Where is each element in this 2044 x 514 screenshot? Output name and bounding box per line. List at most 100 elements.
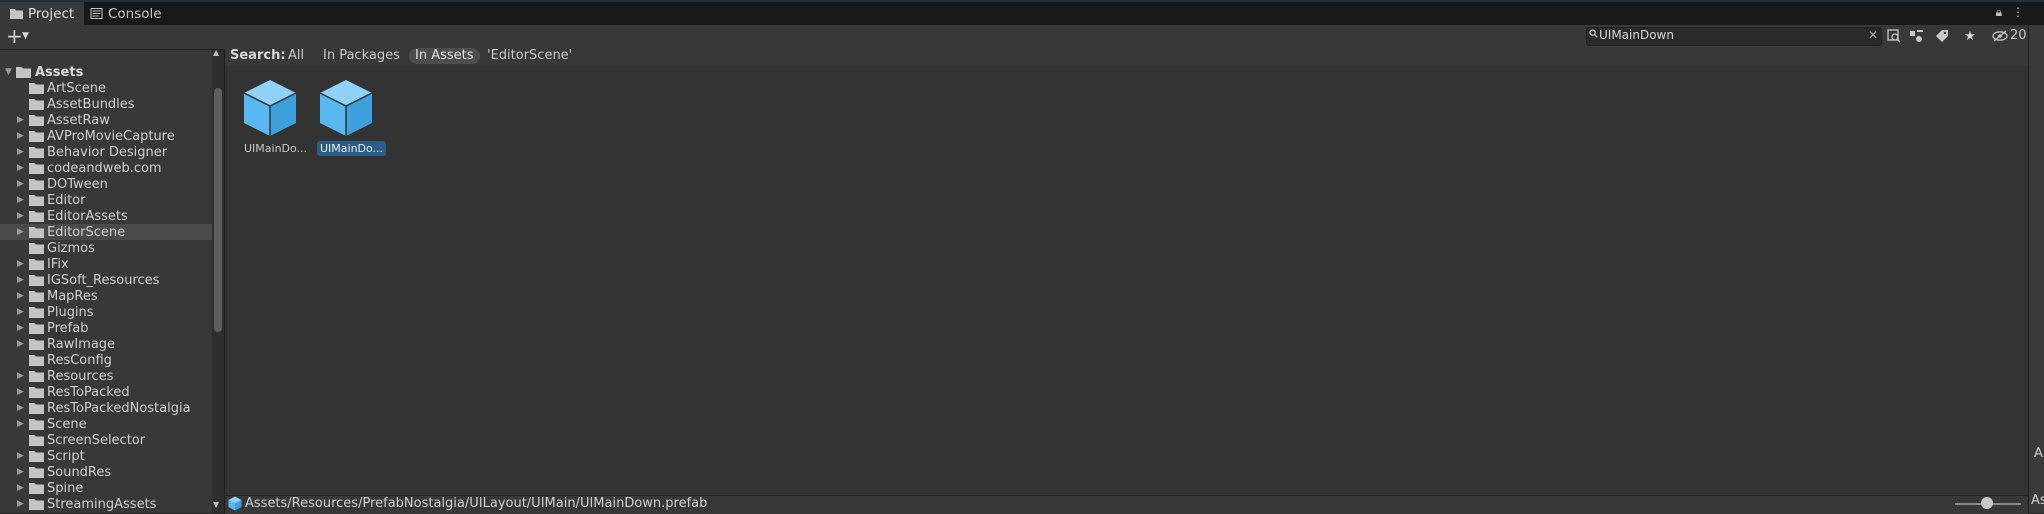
clear-search-icon[interactable]: ✕ xyxy=(1868,27,1878,44)
tree-item[interactable]: ▶ IFix xyxy=(0,256,212,272)
tree-item[interactable]: ▶ MapRes xyxy=(0,288,212,304)
tab-project[interactable]: Project xyxy=(0,2,85,25)
tree-item[interactable]: ▶ Resources xyxy=(0,368,212,384)
folder-icon xyxy=(29,82,44,94)
tree-item[interactable]: ▶ EditorAssets xyxy=(0,208,212,224)
kebab-menu-icon[interactable]: ⋮ xyxy=(2012,5,2024,20)
collapsed-triangle-icon[interactable]: ▶ xyxy=(17,419,24,429)
collapsed-triangle-icon[interactable]: ▶ xyxy=(17,115,24,125)
asset-grid-panel xyxy=(225,50,2028,495)
tree-item[interactable]: ▶ Spine xyxy=(0,480,212,496)
scope-in-assets[interactable]: In Assets xyxy=(409,48,480,64)
collapsed-triangle-icon[interactable]: ▶ xyxy=(17,387,24,397)
tree-item[interactable]: ▶ AssetRaw xyxy=(0,112,212,128)
tree-item[interactable]: ▶ Script xyxy=(0,448,212,464)
collapsed-triangle-icon[interactable]: ▶ xyxy=(17,307,24,317)
lock-icon[interactable]: 🔒︎ xyxy=(1996,5,2002,20)
prefab-small-icon xyxy=(228,496,242,511)
collapsed-triangle-icon[interactable]: ▶ xyxy=(17,227,24,237)
tab-console[interactable]: Console xyxy=(80,2,172,25)
collapsed-triangle-icon[interactable]: ▶ xyxy=(17,195,24,205)
collapsed-triangle-icon[interactable]: ▶ xyxy=(17,275,24,285)
collapsed-triangle-icon[interactable]: ▶ xyxy=(17,467,24,477)
asset-label-1[interactable]: UIMainDo... xyxy=(241,141,310,156)
collapsed-triangle-icon[interactable]: ▶ xyxy=(17,323,24,333)
tree-item-label: Prefab xyxy=(47,320,89,336)
folder-icon xyxy=(29,130,44,142)
asset-label-2[interactable]: UIMainDo... xyxy=(317,141,387,156)
collapsed-triangle-icon[interactable]: ▶ xyxy=(17,147,24,157)
scope-in-packages[interactable]: In Packages xyxy=(317,46,406,66)
hidden-packages-toggle[interactable]: 20 xyxy=(1992,26,2027,46)
tree-item-label: Script xyxy=(47,448,85,464)
collapsed-triangle-icon[interactable]: ▶ xyxy=(17,339,24,349)
tree-item-label: IFix xyxy=(47,256,69,272)
label-tag-icon xyxy=(1936,30,1948,42)
tree-root-label: Assets xyxy=(35,64,84,80)
folder-icon xyxy=(29,114,44,126)
tree-item[interactable]: ▶ Behavior Designer xyxy=(0,144,212,160)
tree-item[interactable]: ▶ Plugins xyxy=(0,304,212,320)
collapsed-triangle-icon[interactable]: ▶ xyxy=(17,499,24,509)
tree-item[interactable]: ▶ ResToPackedNostalgia xyxy=(0,400,212,416)
folder-icon xyxy=(29,178,44,190)
scroll-down-arrow-icon[interactable]: ▼ xyxy=(213,500,219,509)
adjacent-panel-text-1: A xyxy=(2034,446,2043,461)
tree-item[interactable]: ▶ StreamingAssets xyxy=(0,496,212,512)
tree-item[interactable]: ▶ AVProMovieCapture xyxy=(0,128,212,144)
tree-item[interactable]: ArtScene xyxy=(0,80,212,96)
search-value: UIMainDown xyxy=(1599,28,1674,42)
selected-asset-path: Assets/Resources/PrefabNostalgia/UILayou… xyxy=(245,496,708,511)
create-plus-icon[interactable]: + xyxy=(6,26,23,46)
tree-root-assets[interactable]: ▼ Assets xyxy=(0,64,212,80)
collapsed-triangle-icon[interactable]: ▶ xyxy=(17,451,24,461)
prefab-cube-icon[interactable] xyxy=(318,78,374,138)
tree-item[interactable]: ▶ IGSoft_Resources xyxy=(0,272,212,288)
collapsed-triangle-icon[interactable]: ▶ xyxy=(17,403,24,413)
tree-item-label: codeandweb.com xyxy=(47,160,162,176)
search-by-type-button[interactable] xyxy=(1884,27,1904,45)
tree-item[interactable]: AssetBundles xyxy=(0,96,212,112)
tab-console-label: Console xyxy=(108,5,162,22)
tree-item[interactable]: ▶ Prefab xyxy=(0,320,212,336)
scope-editorscene[interactable]: 'EditorScene' xyxy=(481,46,578,66)
prefab-cube-icon[interactable] xyxy=(242,78,298,138)
folder-icon xyxy=(29,482,44,494)
collapsed-triangle-icon[interactable]: ▶ xyxy=(17,483,24,493)
zoom-slider-thumb[interactable] xyxy=(1981,497,1993,509)
tree-item[interactable]: ▶ ResToPacked xyxy=(0,384,212,400)
tree-item[interactable]: ▶ EditorScene xyxy=(0,224,212,240)
tree-item-label: StreamingAssets xyxy=(47,496,157,512)
tree-item[interactable]: ▶ SoundRes xyxy=(0,464,212,480)
tree-item[interactable]: ▶ Editor xyxy=(0,192,212,208)
create-dropdown-caret-icon[interactable]: ▼ xyxy=(22,31,29,41)
collapsed-triangle-icon[interactable]: ▶ xyxy=(17,259,24,269)
tree-item-label: ArtScene xyxy=(47,80,106,96)
filter-by-label-button[interactable] xyxy=(1932,27,1952,45)
scroll-up-arrow-icon[interactable]: ▲ xyxy=(213,48,219,57)
tree-item[interactable]: ResConfig xyxy=(0,352,212,368)
tree-item[interactable]: ▶ RawImage xyxy=(0,336,212,352)
folder-icon xyxy=(29,354,44,366)
filter-by-type-button[interactable] xyxy=(1906,27,1926,45)
tree-item-label: Behavior Designer xyxy=(47,144,168,160)
collapsed-triangle-icon[interactable]: ▶ xyxy=(17,179,24,189)
collapsed-triangle-icon[interactable]: ▶ xyxy=(17,163,24,173)
scope-all[interactable]: All xyxy=(282,46,310,66)
folder-icon xyxy=(29,338,44,350)
collapsed-triangle-icon[interactable]: ▶ xyxy=(17,291,24,301)
tree-item[interactable]: ▶ Scene xyxy=(0,416,212,432)
favorites-button[interactable]: ★ xyxy=(1960,27,1980,45)
collapsed-triangle-icon[interactable]: ▶ xyxy=(17,371,24,381)
tree-item[interactable]: ScreenSelector xyxy=(0,432,212,448)
collapsed-triangle-icon[interactable]: ▶ xyxy=(17,211,24,221)
tree-item[interactable]: ▶ DOTween xyxy=(0,176,212,192)
folder-icon xyxy=(29,498,44,510)
adjacent-panel-edge xyxy=(2028,25,2044,513)
collapsed-triangle-icon[interactable]: ▶ xyxy=(17,131,24,141)
tree-item[interactable]: Gizmos xyxy=(0,240,212,256)
expanded-triangle-icon[interactable]: ▼ xyxy=(5,67,12,77)
tree-item[interactable]: ▶ codeandweb.com xyxy=(0,160,212,176)
tree-scrollbar-thumb[interactable] xyxy=(214,88,222,332)
folder-icon xyxy=(29,322,44,334)
